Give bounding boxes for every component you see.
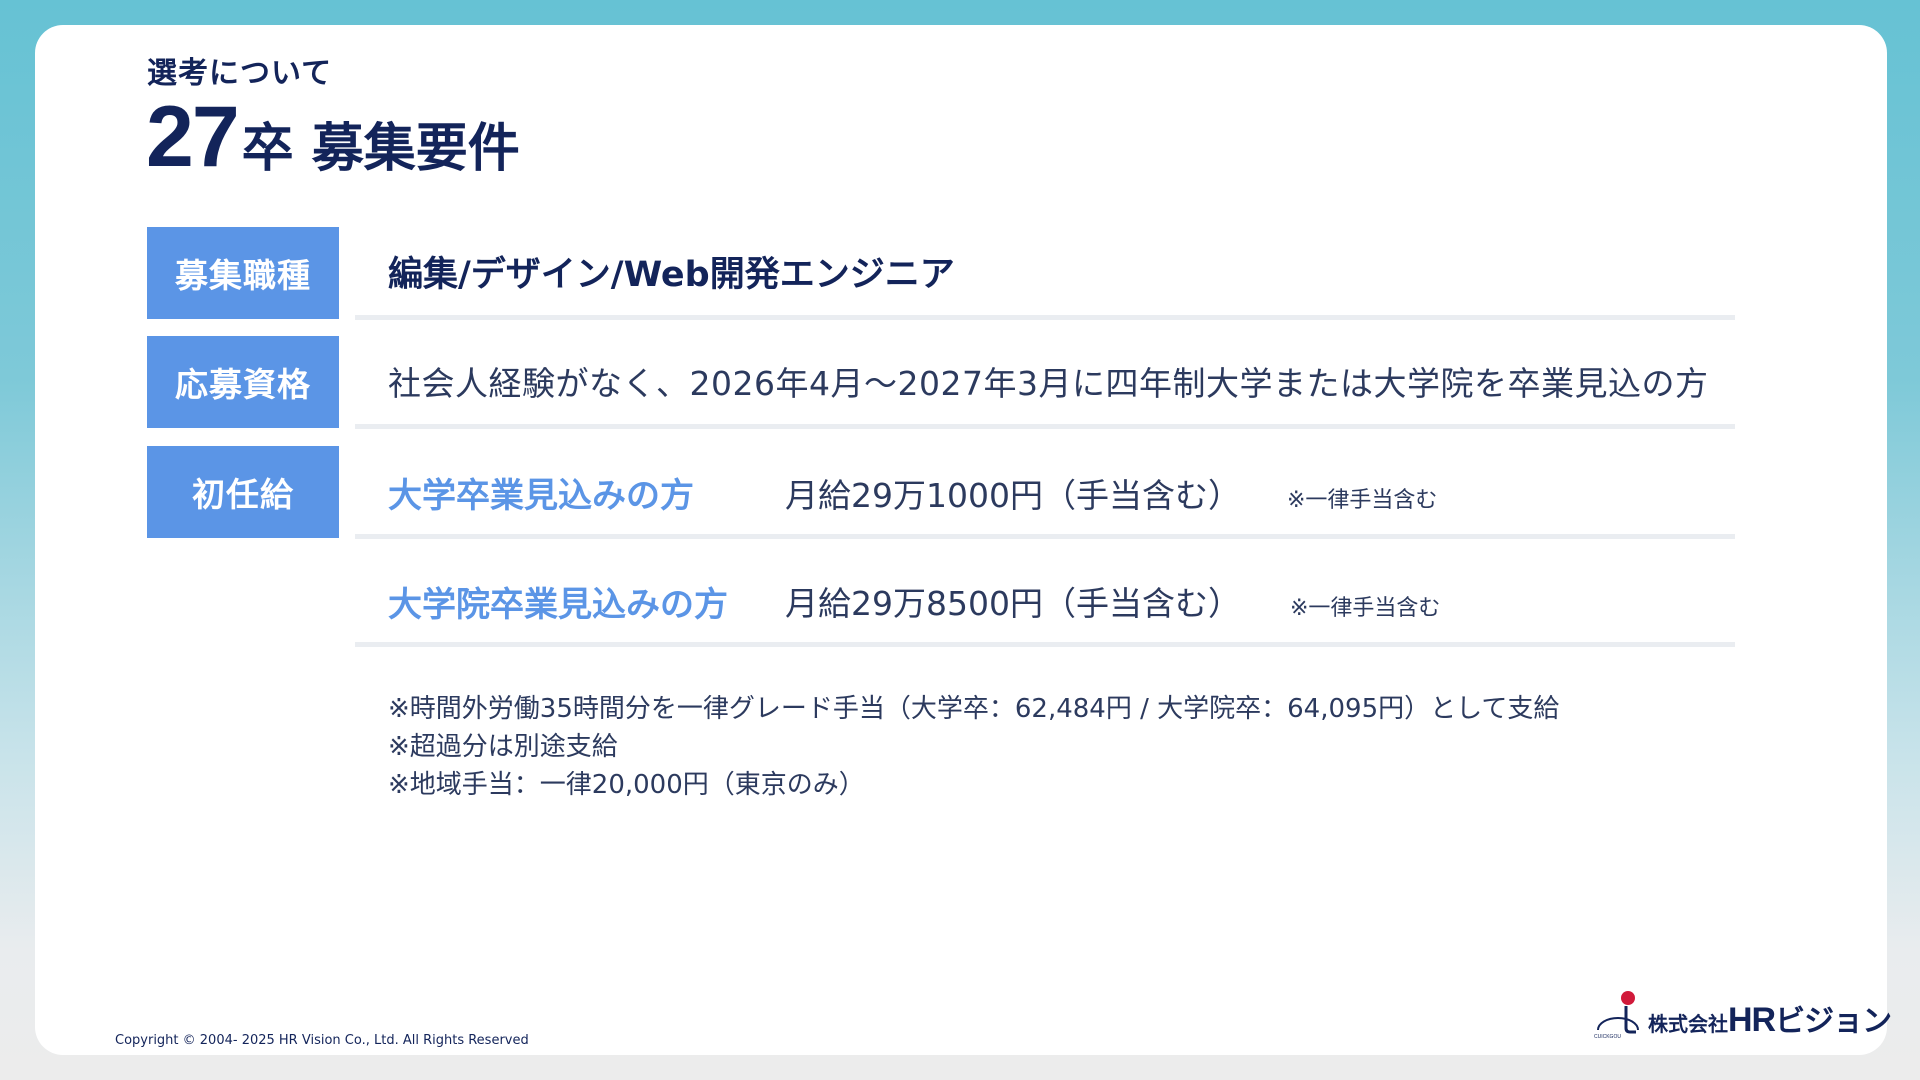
salary-note-undergrad: ※一律手当含む xyxy=(1287,488,1438,513)
divider xyxy=(355,642,1735,647)
note-line: ※地域手当：一律20,000円（東京のみ） xyxy=(388,770,865,800)
logo-kana: ビジョン xyxy=(1775,1004,1892,1039)
company-logo: CUICKGOU 株式会社HRビジョン xyxy=(1592,988,1892,1040)
logo-hr: HR xyxy=(1728,1001,1776,1039)
salary-note-graduate: ※一律手当含む xyxy=(1290,596,1441,621)
title-number: 27 xyxy=(146,89,240,185)
job-type-value: 編集/デザイン/Web開発エンジニア xyxy=(388,255,955,295)
note-line: ※時間外労働35時間分を一律グレード手当（大学卒：62,484円 / 大学院卒：… xyxy=(388,694,1560,724)
salary-notes: ※時間外労働35時間分を一律グレード手当（大学卒：62,484円 / 大学院卒：… xyxy=(388,690,1559,804)
divider xyxy=(355,534,1735,539)
logo-small-text: CUICKGOU xyxy=(1594,1034,1621,1040)
divider xyxy=(355,424,1735,429)
divider xyxy=(355,315,1735,320)
logo-mark-icon: CUICKGOU xyxy=(1594,991,1639,1040)
logo-company-prefix: 株式会社 xyxy=(1648,1012,1728,1036)
label-job-type: 募集職種 xyxy=(147,227,339,319)
qualification-value: 社会人経験がなく、2026年4月～2027年3月に四年制大学または大学院を卒業見… xyxy=(388,364,1709,403)
label-qualification: 応募資格 xyxy=(147,336,339,428)
title-text: 卒 募集要件 xyxy=(241,119,520,179)
salary-category-undergrad: 大学卒業見込みの方 xyxy=(388,476,694,516)
copyright-text: Copyright © 2004- 2025 HR Vision Co., Lt… xyxy=(115,1033,529,1048)
page-subtitle: 選考について xyxy=(147,56,333,91)
page-title: 27卒 募集要件 xyxy=(146,88,520,187)
salary-amount-graduate: 月給29万8500円（手当含む） xyxy=(785,584,1241,623)
salary-amount-undergrad: 月給29万1000円（手当含む） xyxy=(785,476,1241,515)
label-starting-salary: 初任給 xyxy=(147,446,339,538)
logo-wordmark: 株式会社HRビジョン xyxy=(1648,996,1892,1040)
salary-category-graduate: 大学院卒業見込みの方 xyxy=(388,585,728,625)
note-line: ※超過分は別途支給 xyxy=(388,732,618,762)
